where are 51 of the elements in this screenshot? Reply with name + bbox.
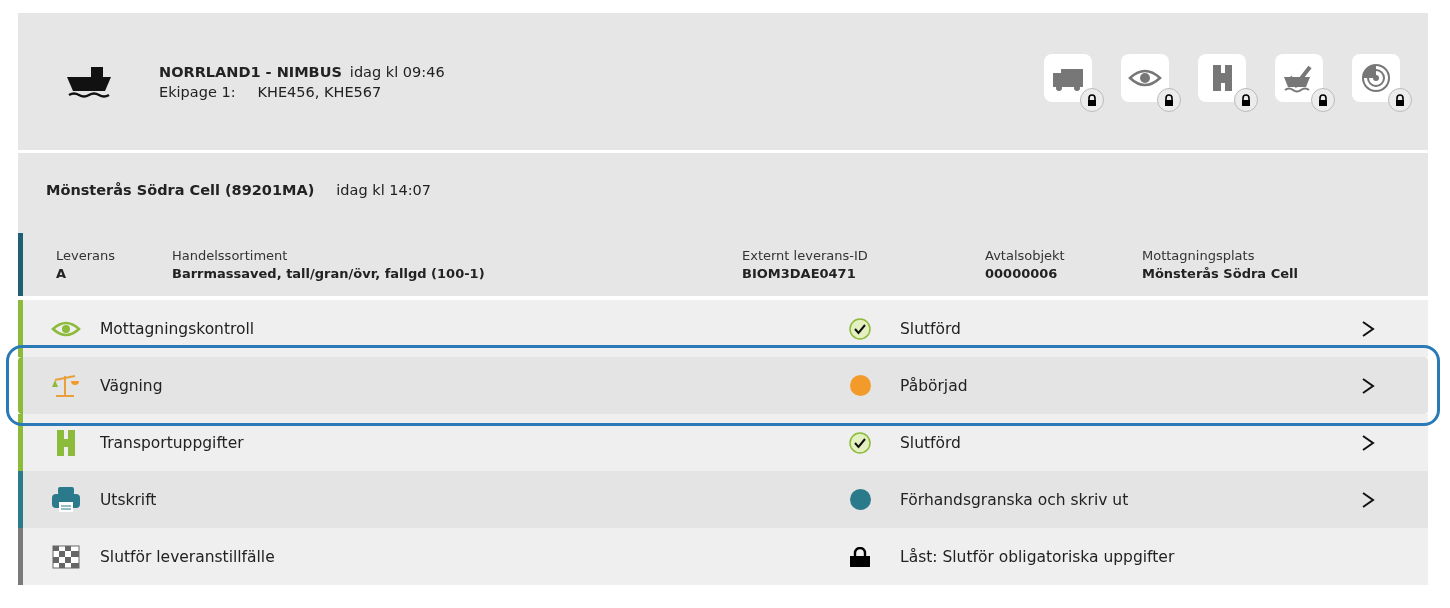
status-dot (849, 375, 871, 396)
status-dot (849, 489, 871, 510)
check-icon (849, 431, 871, 454)
task-label: Mottagningskontroll (100, 319, 256, 338)
field-label: Mottagningsplats (1142, 248, 1256, 263)
crew-value: KHE456, KHE567 (257, 83, 382, 100)
tool-button[interactable] (1044, 53, 1092, 102)
status-text: Slutförd (899, 433, 962, 452)
task-label: Transportuppgifter (100, 433, 245, 452)
task-label: Vägning (100, 376, 164, 395)
tool-button[interactable] (1352, 53, 1400, 102)
radar-icon (1359, 62, 1393, 93)
status-text: Förhandsgranska och skriv ut (899, 490, 1130, 509)
task-row[interactable]: Transportuppgifter Slutförd (18, 414, 1428, 471)
tool-button[interactable] (1275, 53, 1323, 102)
checkered-flag-icon (51, 544, 80, 569)
tool-button[interactable] (1198, 53, 1246, 102)
status-text: Låst: Slutför obligatoriska uppgifter (899, 547, 1176, 566)
task-row[interactable]: Utskrift Förhandsgranska och skriv ut (18, 471, 1428, 528)
ship-icon (64, 64, 114, 99)
chevron-icon (1360, 433, 1375, 452)
task-label: Utskrift (100, 490, 158, 509)
status-text: Påbörjad (899, 376, 969, 395)
padlock-icon (849, 546, 871, 567)
station-time: idag kl 14:07 (336, 182, 432, 198)
field-label: Avtalsobjekt (985, 248, 1066, 263)
task-row[interactable]: Mottagningskontroll Slutförd (18, 300, 1428, 357)
scale-icon (51, 372, 80, 399)
eye-icon (50, 319, 81, 338)
field-value: Barrmassaved, tall/gran/övr, fallgd (100-1) (172, 266, 486, 281)
check-icon (849, 317, 871, 340)
status-text: Slutförd (899, 319, 962, 338)
crew-label: Ekipage 1: (159, 83, 236, 100)
header-time: idag kl 09:46 (349, 63, 445, 80)
vessel-name: NORRLAND1 - NIMBUS (159, 63, 342, 80)
tool-button[interactable] (1121, 53, 1169, 102)
chevron-icon (1360, 376, 1375, 395)
field-value: 00000006 (985, 266, 1059, 281)
task-label: Slutför leveranstillfälle (100, 547, 276, 566)
road-icon (56, 429, 75, 456)
chevron-icon (1360, 319, 1375, 338)
printer-icon (51, 486, 80, 513)
field-label: Leverans (56, 248, 117, 263)
field-label: Externt leverans-ID (742, 248, 869, 263)
field-label: Handelssortiment (172, 248, 289, 263)
task-row[interactable]: Slutför leveranstillfälle Låst: Slutför obligatoriska uppgifter (18, 528, 1428, 585)
station-name: Mönsterås Södra Cell (89201MA) (46, 182, 315, 198)
field-value: A (56, 266, 68, 281)
chevron-icon (1360, 490, 1375, 509)
field-value: Mönsterås Södra Cell (1142, 266, 1299, 281)
field-value: BIOM3DAE0471 (742, 266, 857, 281)
